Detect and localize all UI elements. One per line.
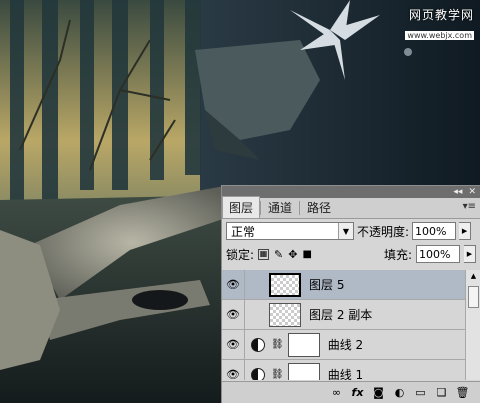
group-icon[interactable]: ▭	[414, 386, 427, 399]
layer-thumbnail[interactable]	[269, 272, 301, 297]
adjustment-icon[interactable]: ◐	[393, 386, 406, 399]
link-icon[interactable]: ⛓	[271, 339, 284, 350]
layer-name[interactable]: 图层 5	[309, 276, 344, 293]
lock-transparency-icon[interactable]: ▦	[258, 248, 270, 260]
layer-row[interactable]: 👁 图层 2 副本	[222, 299, 465, 330]
link-icon[interactable]: ∞	[330, 386, 343, 399]
trash-icon[interactable]: 🗑	[456, 386, 470, 399]
layer-name[interactable]: 图层 2 副本	[309, 306, 372, 323]
fill-label: 填充:	[383, 247, 412, 262]
chevron-down-icon[interactable]: ▼	[338, 223, 353, 239]
blend-row: 正常 ▼ 不透明度: 100% ▶	[222, 219, 480, 243]
eye-icon[interactable]: 👁	[222, 270, 245, 300]
tab-paths[interactable]: 路径	[300, 196, 338, 218]
new-layer-icon[interactable]: ❑	[435, 386, 448, 399]
scrollbar-thumb[interactable]	[468, 286, 479, 308]
layers-panel: ◂◂ ✕ 图层 通道 路径 ▾≡ 正常 ▼ 不透明度: 100% ▶ 锁定: ▦…	[221, 185, 480, 403]
close-icon[interactable]: ✕	[468, 187, 476, 197]
layer-name[interactable]: 曲线 1	[328, 366, 363, 380]
adjustment-layer-icon	[251, 367, 265, 380]
tab-layers[interactable]: 图层	[222, 196, 261, 218]
adjustment-layer-icon	[251, 337, 265, 352]
opacity-slider-icon[interactable]: ▶	[459, 222, 472, 240]
lock-label: 锁定:	[226, 247, 255, 262]
panel-tabs: 图层 通道 路径 ▾≡	[222, 196, 480, 219]
watermark-text: 网页教学网	[408, 8, 474, 22]
layer-name[interactable]: 曲线 2	[328, 336, 363, 353]
panel-menu-icon[interactable]: ▾≡	[463, 201, 476, 212]
lock-icons: ▦ ✎ ✥ ■	[258, 248, 312, 261]
blend-mode-select[interactable]: 正常 ▼	[226, 222, 354, 240]
eye-icon[interactable]: 👁	[222, 329, 245, 360]
lock-move-icon[interactable]: ✥	[288, 248, 297, 261]
lock-all-icon[interactable]: ■	[302, 249, 311, 260]
lock-row: 锁定: ▦ ✎ ✥ ■ 填充: 100% ▶	[222, 243, 480, 265]
layers-scrollbar[interactable]: ▲	[465, 270, 480, 380]
mask-icon[interactable]: ◙	[372, 386, 385, 399]
layer-row[interactable]: 👁 ⛓ 曲线 1	[222, 359, 465, 380]
fill-slider-icon[interactable]: ▶	[464, 245, 476, 263]
fill-input[interactable]: 100%	[416, 245, 460, 263]
panel-bottom-toolbar: ∞ fx ◙ ◐ ▭ ❑ 🗑	[222, 381, 480, 403]
fx-icon[interactable]: fx	[351, 386, 364, 399]
layer-mask-thumbnail[interactable]	[287, 362, 320, 380]
collapse-icon[interactable]: ◂◂	[453, 187, 462, 197]
opacity-input[interactable]: 100%	[412, 222, 457, 240]
watermark: 网页教学网 www.webjx.com	[405, 6, 474, 42]
tab-channels[interactable]: 通道	[261, 196, 299, 218]
link-icon[interactable]: ⛓	[271, 369, 284, 380]
layers-list: 👁 图层 5 👁 图层 2 副本 👁 ⛓ 曲线 2 👁 ⛓ 曲线 1	[222, 270, 465, 380]
scroll-up-icon[interactable]: ▲	[466, 270, 480, 282]
layer-mask-thumbnail[interactable]	[287, 332, 320, 357]
layer-thumbnail[interactable]	[269, 302, 301, 327]
layer-row[interactable]: 👁 ⛓ 曲线 2	[222, 329, 465, 360]
blend-mode-value: 正常	[231, 224, 256, 239]
opacity-label: 不透明度:	[357, 224, 410, 239]
watermark-url: www.webjx.com	[405, 31, 474, 40]
eye-icon[interactable]: 👁	[222, 359, 245, 380]
eye-icon[interactable]: 👁	[222, 299, 245, 330]
layer-row[interactable]: 👁 图层 5	[222, 270, 465, 300]
lock-brush-icon[interactable]: ✎	[274, 248, 283, 261]
